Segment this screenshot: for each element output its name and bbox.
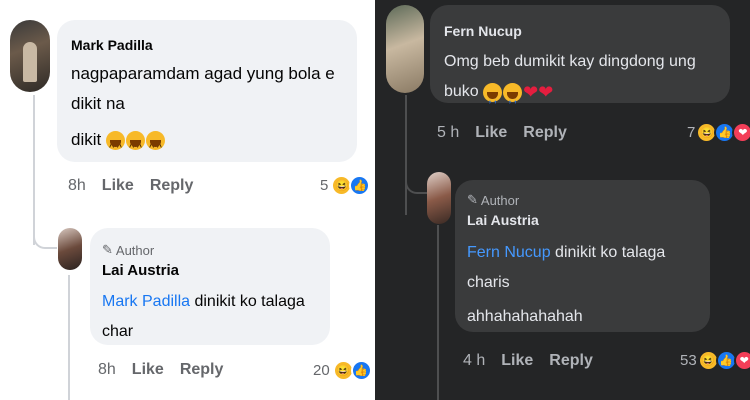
heart-emoji-icon: ❤ [523, 82, 539, 102]
avatar[interactable] [10, 20, 50, 92]
love-reaction-icon: ❤ [733, 350, 750, 371]
thread-line [405, 95, 407, 215]
author-badge: ✎ Author [467, 192, 698, 208]
reaction-summary[interactable]: 5 😆 👍 [320, 175, 371, 196]
grin-emoji-icon [125, 131, 145, 162]
comment-text: Fern Nucup dinikit ko talaga charis [467, 238, 698, 298]
reaction-summary[interactable]: 53 😆 👍 ❤ [680, 350, 750, 371]
reply-bubble: ✎ Author Lai Austria Fern Nucup dinikit … [455, 180, 710, 332]
reaction-summary[interactable]: 20 😆 👍 [313, 360, 372, 381]
author-badge-label: Author [480, 192, 520, 208]
thread-connector [405, 170, 429, 194]
reaction-count: 20 [313, 362, 330, 379]
commenter-name[interactable]: Lai Austria [467, 212, 698, 228]
timestamp[interactable]: 8h [68, 177, 86, 195]
comment-actions: 5 h Like Reply [437, 124, 567, 142]
avatar-figure [23, 42, 37, 82]
thread-line [33, 95, 35, 245]
comment-text-line: dikit [71, 130, 102, 149]
reaction-count: 53 [680, 352, 697, 369]
pencil-icon: ✎ [102, 242, 113, 257]
grin-emoji-icon [145, 131, 165, 162]
pencil-icon: ✎ [467, 192, 478, 207]
commenter-name[interactable]: Mark Padilla [71, 37, 343, 53]
comment-text-line: nagpaparamdam agad yung bola e dikit na [71, 64, 335, 113]
like-button[interactable]: Like [501, 352, 533, 370]
reply-button[interactable]: Reply [549, 352, 593, 370]
comment-text-line: ahhahahahahah [467, 308, 583, 325]
comment-text: ahhahahahahah [467, 302, 698, 332]
comment-bubble: Fern Nucup Omg beb dumikit kay dingdong … [430, 5, 730, 114]
tears-of-joy-emoji-icon [503, 82, 523, 114]
reaction-summary[interactable]: 7 😆 👍 ❤ [687, 122, 750, 143]
left-light-panel: Mark Padilla nagpaparamdam agad yung bol… [0, 0, 375, 400]
comment-text-body: Omg beb dumikit kay dingdong ung buko [444, 53, 696, 101]
comment-text: Mark Padilla dinikit ko talaga char [102, 287, 318, 347]
reply-button[interactable]: Reply [180, 361, 224, 379]
thread-line [68, 275, 70, 400]
reaction-count: 7 [687, 124, 696, 141]
heart-emoji-icon: ❤ [538, 82, 554, 102]
comment-bubble: Mark Padilla nagpaparamdam agad yung bol… [57, 20, 357, 162]
timestamp[interactable]: 5 h [437, 124, 459, 142]
grin-emoji-icon [105, 131, 125, 162]
like-button[interactable]: Like [132, 361, 164, 379]
thread-line [437, 225, 439, 400]
reply-button[interactable]: Reply [150, 177, 194, 195]
comment-text: dikit [71, 125, 343, 162]
timestamp[interactable]: 4 h [463, 352, 485, 370]
like-reaction-icon: 👍 [349, 175, 371, 196]
avatar[interactable] [58, 228, 82, 270]
mention-link[interactable]: Mark Padilla [102, 293, 190, 310]
like-reaction-icon: 👍 [350, 360, 372, 381]
comment-text: nagpaparamdam agad yung bola e dikit na [71, 59, 343, 119]
mention-link[interactable]: Fern Nucup [467, 244, 551, 261]
author-badge: ✎ Author [102, 242, 318, 258]
author-badge-label: Author [115, 242, 155, 258]
reaction-count: 5 [320, 177, 329, 194]
comment-actions: 8h Like Reply [68, 177, 193, 195]
thread-connector [33, 225, 57, 249]
comment-actions: 8h Like Reply [98, 361, 223, 379]
comment-actions: 4 h Like Reply [463, 352, 593, 370]
tears-of-joy-emoji-icon [483, 82, 503, 114]
love-reaction-icon: ❤ [732, 122, 750, 143]
timestamp[interactable]: 8h [98, 361, 116, 379]
right-dark-panel: Fern Nucup Omg beb dumikit kay dingdong … [375, 0, 750, 400]
avatar[interactable] [386, 5, 424, 93]
avatar[interactable] [427, 172, 451, 224]
comment-text: Omg beb dumikit kay dingdong ung buko ❤❤ [444, 47, 716, 114]
reply-bubble: ✎ Author Lai Austria Mark Padilla diniki… [90, 228, 330, 345]
commenter-name[interactable]: Lai Austria [102, 262, 318, 279]
like-button[interactable]: Like [475, 124, 507, 142]
reply-button[interactable]: Reply [523, 124, 567, 142]
commenter-name[interactable]: Fern Nucup [444, 23, 716, 39]
like-button[interactable]: Like [102, 177, 134, 195]
